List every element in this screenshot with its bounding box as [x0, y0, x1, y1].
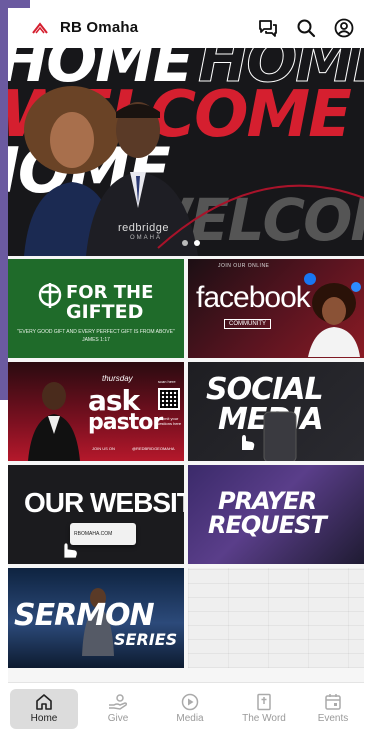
carousel-dot[interactable] [182, 240, 188, 246]
bible-icon [257, 693, 271, 711]
tab-events[interactable]: Events [304, 689, 362, 729]
qr-code-icon [158, 388, 180, 410]
tile-ask-day: thursday [102, 374, 133, 383]
tile-sermon-line2: SERIES [114, 630, 178, 649]
gift-cross-icon [38, 283, 62, 308]
tile-social-media[interactable]: SOCIAL MEDIA [188, 362, 364, 461]
smiling-woman-photo [304, 273, 361, 357]
bottom-tab-bar: Home Give Media The Word Events [8, 682, 364, 730]
home-icon [36, 694, 52, 710]
carousel-dot-active[interactable] [194, 240, 200, 246]
tile-ask-handle: @REDBRIDGEOMAHA [132, 446, 175, 451]
tile-ask-join: JOIN US ON [92, 446, 115, 451]
app-title: RB Omaha [60, 19, 139, 36]
tab-give-label: Give [107, 713, 129, 724]
tile-sermon-series[interactable]: SERMON SERIES [8, 568, 184, 668]
tile-for-the-gifted[interactable]: FOR THE GIFTED "EVERY GOOD GIFT AND EVER… [8, 259, 184, 358]
tile-gifted-verse: "EVERY GOOD GIFT AND EVERY PERFECT GIFT … [17, 329, 175, 335]
tile-gifted-line2: GIFTED [66, 301, 144, 323]
tile-ask-submit: submit your questions here [154, 416, 182, 426]
chat-icon[interactable] [258, 18, 278, 38]
tab-events-label: Events [317, 713, 349, 724]
hand-pointer-icon [63, 542, 78, 559]
tile-gifted-ref: JAMES 1:17 [82, 337, 110, 343]
tab-home[interactable]: Home [10, 689, 78, 729]
tile-facebook[interactable]: JOIN OUR ONLINE facebook COMMUNITY [188, 259, 364, 358]
tile-facebook-sub: COMMUNITY [224, 319, 271, 329]
pastor-photo [28, 382, 80, 461]
carousel-dots[interactable] [182, 240, 200, 246]
hero-brand: redbridge [118, 222, 169, 234]
tile-sermon-line1: SERMON [14, 598, 155, 633]
tab-the-word-label: The Word [242, 713, 286, 724]
tab-give[interactable]: Give [84, 689, 152, 729]
tile-prayer-line2: REQUEST [208, 511, 327, 539]
tile-prayer-request[interactable]: PRAYER REQUEST [188, 465, 364, 564]
brand-logo-icon [32, 22, 48, 34]
hero-banner[interactable]: HOME HOME WELCOME HOME WELCOME redbridge… [8, 48, 364, 256]
tile-gifted-line1: FOR THE [66, 282, 154, 303]
app-window: RB Omaha HOME HOME WELCOME HOME WELCOME [8, 8, 364, 730]
tile-placeholder [188, 568, 364, 668]
tab-media-label: Media [176, 713, 204, 724]
search-icon[interactable] [296, 18, 316, 38]
tile-facebook-top: JOIN OUR ONLINE [218, 263, 270, 269]
give-icon [109, 694, 128, 710]
tile-website-line1: OUR WEBSITE [24, 487, 184, 518]
tile-our-website[interactable]: OUR WEBSITE RBOMAHA.COM [8, 465, 184, 564]
tab-media[interactable]: Media [156, 689, 224, 729]
tile-ask-word2: pastor [88, 410, 163, 435]
couple-photo [24, 86, 364, 256]
tile-facebook-word: facebook [196, 281, 311, 314]
play-icon [181, 693, 199, 711]
app-header: RB Omaha [8, 8, 364, 48]
tile-ask-scan: scan here [158, 379, 176, 384]
tab-home-label: Home [30, 713, 58, 724]
account-icon[interactable] [334, 18, 354, 38]
phone-icon [263, 411, 297, 461]
calendar-icon [325, 694, 341, 710]
hand-pointer-icon [242, 435, 255, 450]
tile-ask-pastor[interactable]: thursday ask pastor scan here submit you… [8, 362, 184, 461]
tab-the-word[interactable]: The Word [230, 689, 298, 729]
hero-brand-sub: OMAHA [130, 235, 163, 241]
